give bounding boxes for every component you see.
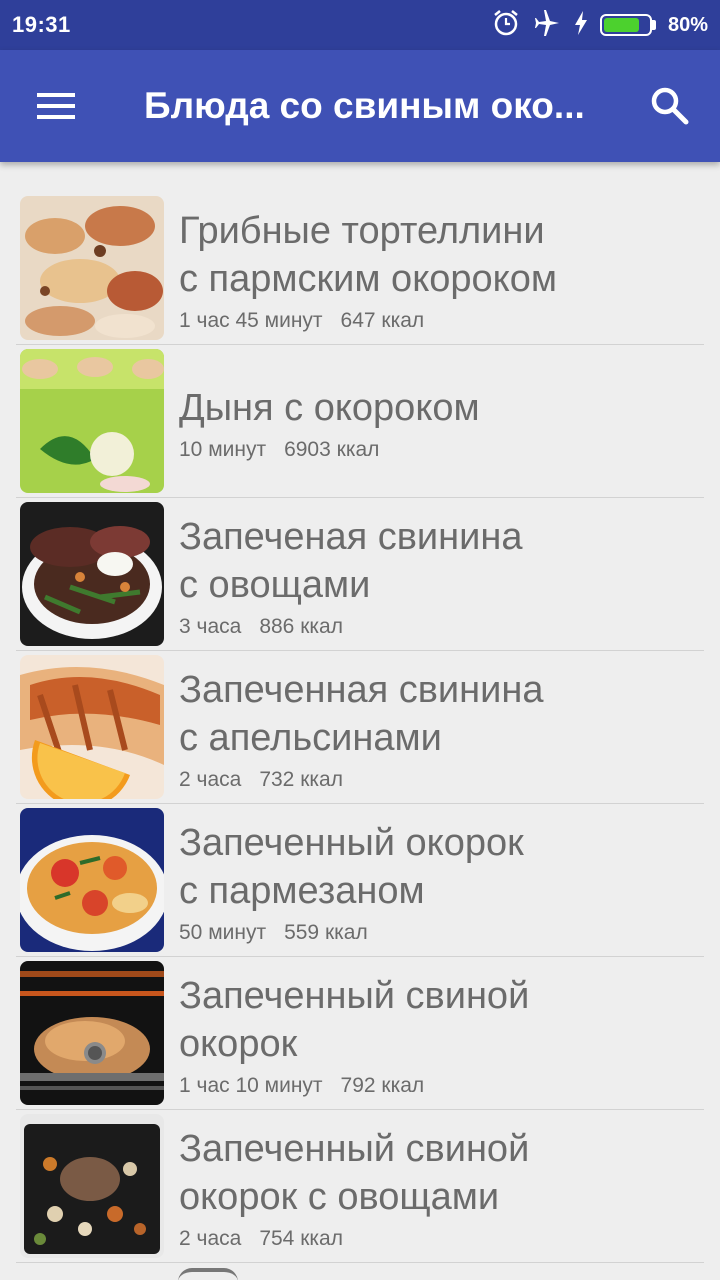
status-bar: 19:31 80% (0, 0, 720, 50)
status-icons: 80% (492, 9, 708, 42)
list-item[interactable]: Запеченная свинина с апельсинами 2 часа 7… (16, 651, 704, 804)
recipe-kcal: 647 ккал (340, 309, 425, 332)
recipe-kcal: 754 ккал (259, 1227, 343, 1250)
recipe-kcal: 732 ккал (259, 768, 343, 791)
recipe-list: Грибные тортеллини с пармским окороком 1… (16, 192, 704, 1263)
app-bar: Блюда со свиным око... (0, 50, 720, 162)
charging-icon (574, 10, 588, 40)
menu-icon (37, 93, 75, 119)
recipe-kcal: 886 ккал (259, 615, 343, 638)
list-item[interactable]: Запеченный окорок с пармезаном 50 минут 5… (16, 804, 704, 957)
recipe-kcal: 6903 ккал (284, 438, 380, 461)
recipe-time: 3 часа (179, 615, 242, 638)
recipe-image (20, 349, 164, 493)
page-title: Блюда со свиным око... (144, 85, 585, 126)
recipe-image (20, 196, 164, 340)
recipe-image (20, 808, 164, 952)
recipe-time: 2 часа (179, 1227, 242, 1250)
search-button[interactable] (620, 50, 720, 162)
recipe-image (20, 1114, 164, 1258)
recipe-image (20, 502, 164, 646)
recipe-time: 10 минут (179, 438, 267, 461)
next-item-peek (178, 1268, 238, 1280)
recipe-name: Дыня с окороком (179, 387, 480, 429)
recipe-name: Грибные тортеллини с пармским окороком (179, 210, 557, 300)
recipe-image (20, 655, 164, 799)
menu-button[interactable] (0, 50, 112, 162)
list-item[interactable]: Запеченный свиной окорок 1 час 10 минут 7… (16, 957, 704, 1110)
list-item[interactable]: Запеченая свинина с овощами 3 часа 886 кк… (16, 498, 704, 651)
list-item[interactable]: Дыня с окороком 10 минут 6903 ккал (16, 345, 704, 498)
recipe-kcal: 559 ккал (284, 921, 368, 944)
recipe-name: Запеченный свиной окорок (179, 975, 530, 1065)
alarm-icon (492, 9, 520, 42)
recipe-kcal: 792 ккал (340, 1074, 425, 1097)
recipe-name: Запеченный окорок с пармезаном (179, 822, 524, 912)
battery-percent: 80% (667, 13, 708, 36)
recipe-name: Запеченая свинина с овощами (179, 516, 523, 606)
recipe-name: Запеченная свинина с апельсинами (179, 669, 544, 759)
recipe-name: Запеченный свиной окорок с овощами (179, 1128, 530, 1218)
list-item[interactable]: Грибные тортеллини с пармским окороком 1… (16, 192, 704, 345)
recipe-time: 1 час 10 минут (179, 1074, 323, 1097)
airplane-icon (532, 9, 562, 42)
list-item[interactable]: Запеченный свиной окорок с овощами 2 час… (16, 1110, 704, 1263)
status-time: 19:31 (12, 12, 71, 37)
recipe-time: 1 час 45 минут (179, 309, 323, 332)
recipe-time: 2 часа (179, 768, 242, 791)
battery-icon (599, 14, 656, 36)
recipe-image (20, 961, 164, 1105)
search-icon (651, 87, 689, 125)
recipe-time: 50 минут (179, 921, 267, 944)
